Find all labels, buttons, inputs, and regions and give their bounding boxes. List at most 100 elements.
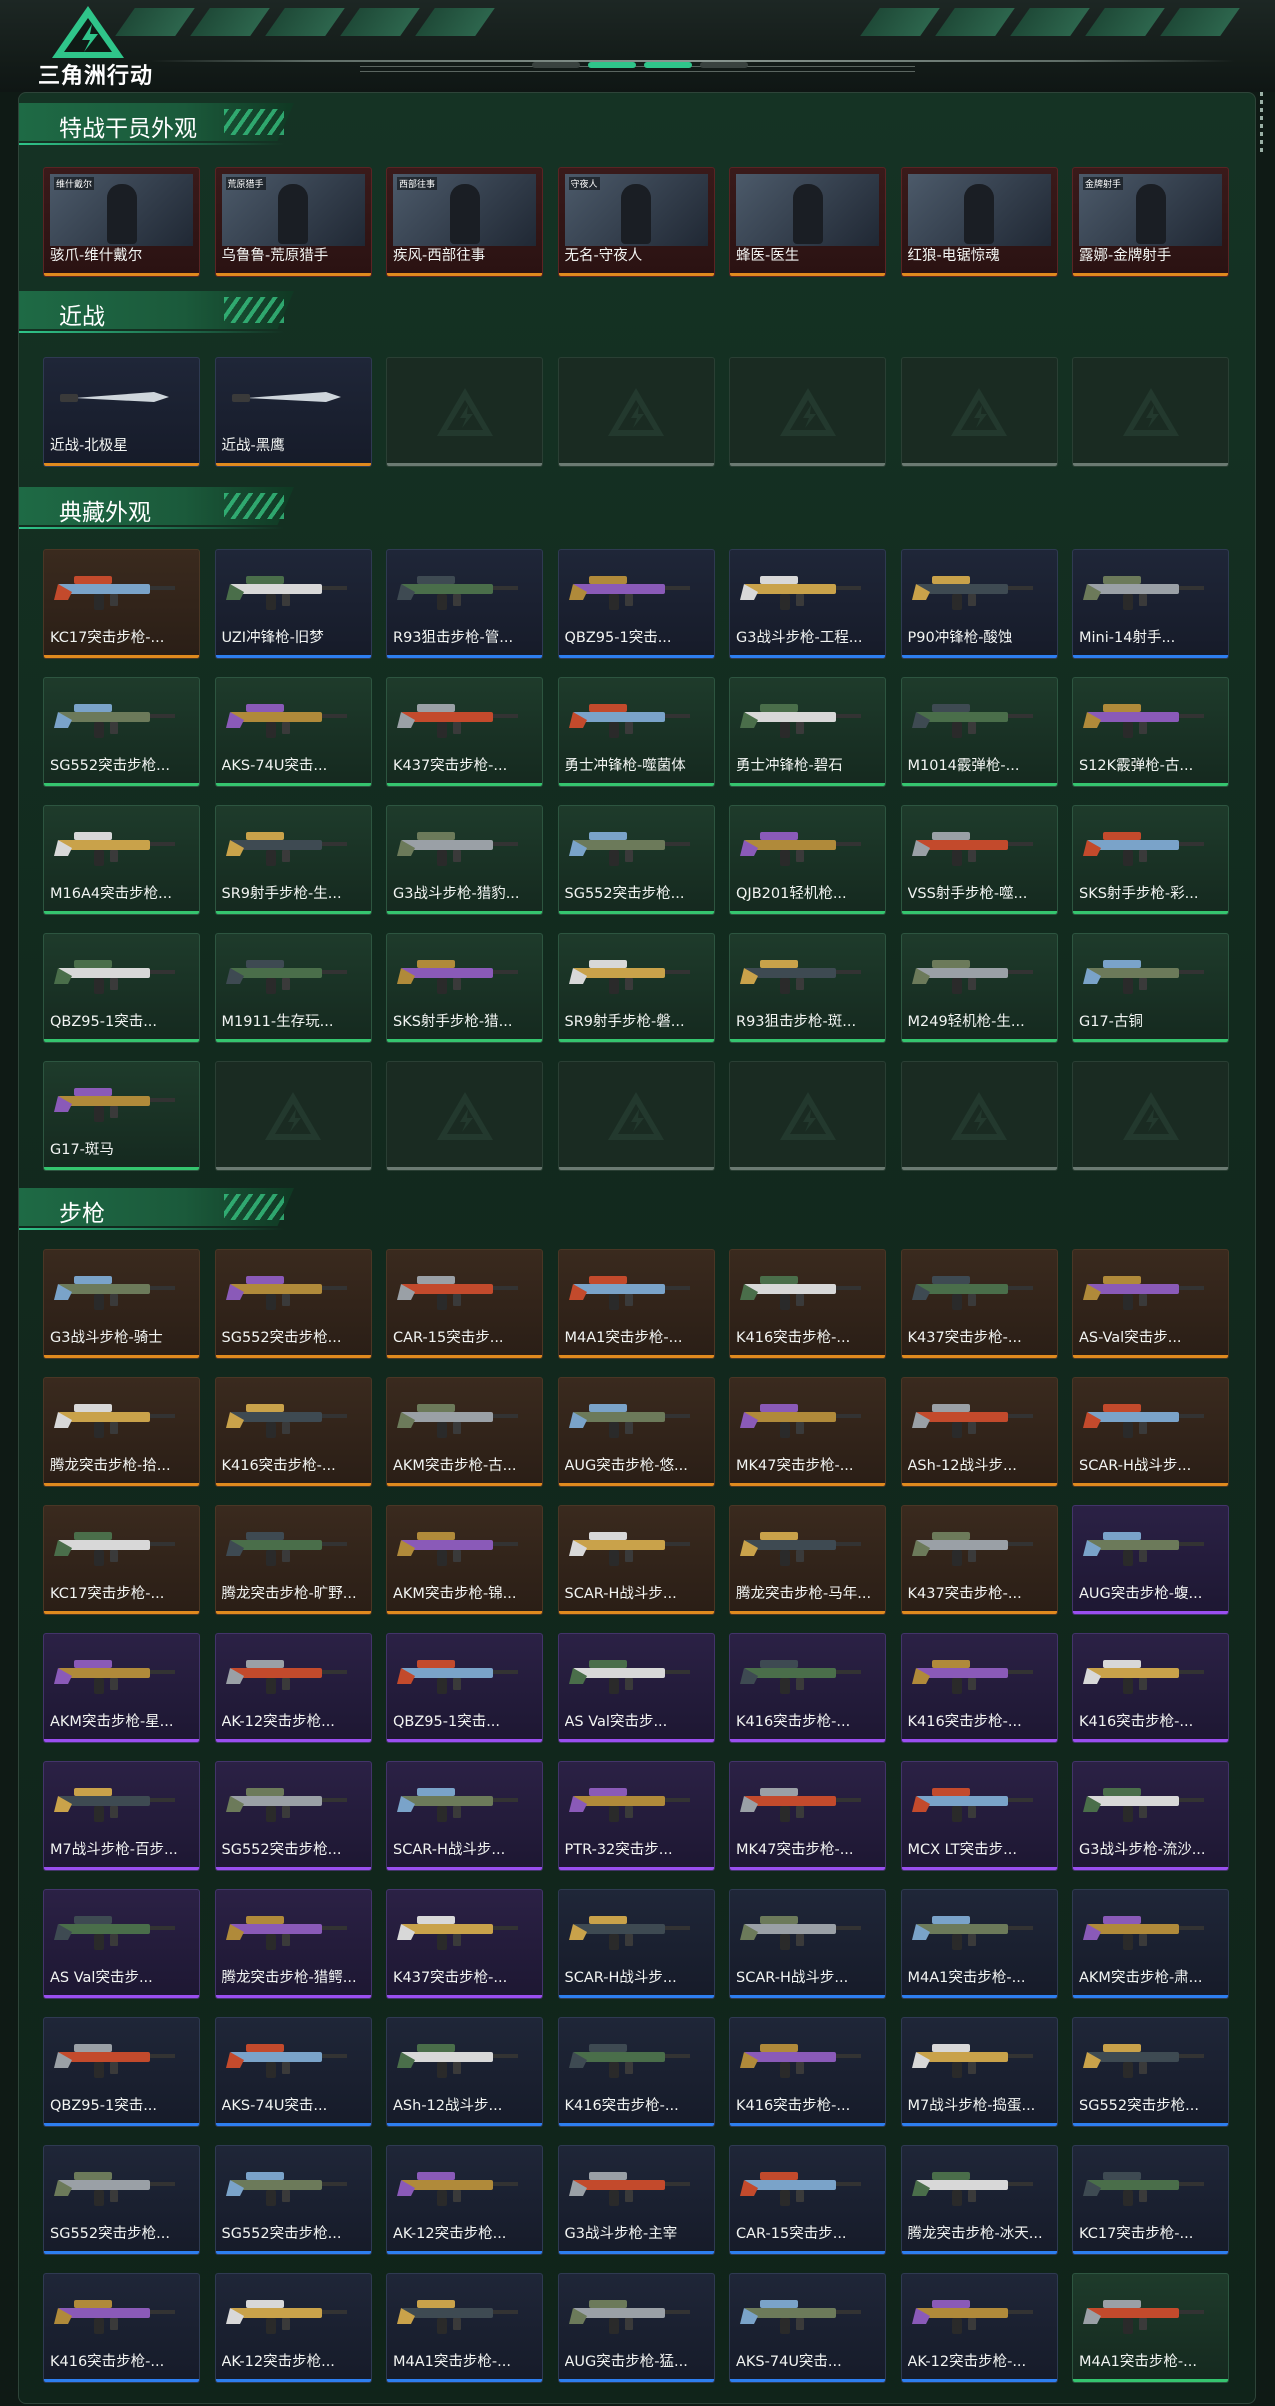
item-card[interactable]: 腾龙突击步枪-冰天... xyxy=(900,2145,1058,2255)
item-card[interactable]: K416突击步枪-... xyxy=(43,2273,200,2383)
item-card[interactable]: K416突击步枪-... xyxy=(214,1377,372,1487)
item-card[interactable]: M4A1突击步枪-... xyxy=(1072,2273,1229,2383)
item-card[interactable]: G3战斗步枪-流沙... xyxy=(1072,1761,1229,1871)
item-card[interactable]: AS-Val突击步... xyxy=(1072,1249,1229,1359)
item-card[interactable]: SG552突击步枪... xyxy=(214,1249,372,1359)
item-card[interactable]: K416突击步枪-... xyxy=(900,1633,1058,1743)
scrollbar[interactable] xyxy=(1258,92,1266,2402)
item-card[interactable]: K416突击步枪-... xyxy=(729,2017,886,2127)
item-card[interactable]: AK-12突击步枪... xyxy=(214,2273,372,2383)
item-card[interactable]: CAR-15突击步... xyxy=(386,1249,543,1359)
item-card[interactable]: M16A4突击步枪... xyxy=(43,805,200,915)
item-card[interactable]: SCAR-H战斗步... xyxy=(1072,1377,1229,1487)
item-card[interactable]: G3战斗步枪-骑士 xyxy=(43,1249,200,1359)
item-card[interactable]: AS Val突击步... xyxy=(43,1889,200,1999)
item-card[interactable]: M7战斗步枪-捣蛋... xyxy=(900,2017,1058,2127)
item-card[interactable]: 腾龙突击步枪-马年... xyxy=(729,1505,886,1615)
page-dot[interactable] xyxy=(532,62,580,68)
item-card[interactable]: VSS射手步枪-噬... xyxy=(900,805,1058,915)
item-card[interactable]: 维什戴尔 骇爪-维什戴尔 xyxy=(43,167,200,277)
item-card[interactable]: 勇士冲锋枪-碧石 xyxy=(729,677,886,787)
item-card[interactable]: G3战斗步枪-工程... xyxy=(729,549,886,659)
item-card[interactable]: AKS-74U突击... xyxy=(729,2273,886,2383)
item-card[interactable]: K416突击步枪-... xyxy=(729,1633,886,1743)
item-card[interactable]: S12K霰弹枪-古... xyxy=(1072,677,1229,787)
item-card[interactable]: 腾龙突击步枪-旷野... xyxy=(214,1505,372,1615)
item-card[interactable]: K416突击步枪-... xyxy=(729,1249,886,1359)
item-card[interactable]: SCAR-H战斗步... xyxy=(557,1505,715,1615)
item-card[interactable]: QBZ95-1突击... xyxy=(43,2017,200,2127)
item-card[interactable]: SG552突击步枪... xyxy=(557,805,715,915)
item-card[interactable]: MK47突击步枪-... xyxy=(729,1761,886,1871)
item-card[interactable]: AK-12突击步枪... xyxy=(386,2145,543,2255)
item-card[interactable]: M1911-生存玩... xyxy=(214,933,372,1043)
item-card[interactable]: AUG突击步枪-蝮... xyxy=(1072,1505,1229,1615)
item-card[interactable]: R93狙击步枪-管... xyxy=(386,549,543,659)
item-card[interactable]: UZI冲锋枪-旧梦 xyxy=(214,549,372,659)
page-dot-active[interactable] xyxy=(588,62,636,68)
item-card[interactable]: M4A1突击步枪-... xyxy=(900,1889,1058,1999)
item-card[interactable]: AUG突击步枪-猛... xyxy=(557,2273,715,2383)
item-card[interactable]: MK47突击步枪-... xyxy=(729,1377,886,1487)
item-card[interactable]: AK-12突击步枪... xyxy=(214,1633,372,1743)
item-card[interactable]: ASh-12战斗步... xyxy=(900,1377,1058,1487)
item-card[interactable]: AUG突击步枪-悠... xyxy=(557,1377,715,1487)
item-card[interactable]: M4A1突击步枪-... xyxy=(386,2273,543,2383)
item-card[interactable]: 西部往事 疾风-西部往事 xyxy=(386,167,543,277)
item-card[interactable]: MCX LT突击步... xyxy=(900,1761,1058,1871)
item-card[interactable]: R93狙击步枪-斑... xyxy=(729,933,886,1043)
item-card[interactable]: 近战-黑鹰 xyxy=(214,357,372,467)
item-card[interactable]: ASh-12战斗步... xyxy=(386,2017,543,2127)
item-card[interactable]: SCAR-H战斗步... xyxy=(557,1889,715,1999)
item-card[interactable]: QBZ95-1突击... xyxy=(386,1633,543,1743)
item-card[interactable]: 腾龙突击步枪-拾... xyxy=(43,1377,200,1487)
item-card[interactable]: K416突击步枪-... xyxy=(557,2017,715,2127)
item-card[interactable]: 蜂医-医生 xyxy=(729,167,886,277)
item-card[interactable]: AKS-74U突击... xyxy=(214,677,372,787)
item-card[interactable]: G17-斑马 xyxy=(43,1061,200,1171)
page-indicator[interactable] xyxy=(520,62,760,70)
item-card[interactable]: K437突击步枪-... xyxy=(900,1249,1058,1359)
item-card[interactable]: 红狼-电锯惊魂 xyxy=(900,167,1058,277)
item-card[interactable]: AKS-74U突击... xyxy=(214,2017,372,2127)
item-card[interactable]: SCAR-H战斗步... xyxy=(386,1761,543,1871)
page-dot-active[interactable] xyxy=(644,62,692,68)
item-card[interactable]: 腾龙突击步枪-猎鳄... xyxy=(214,1889,372,1999)
item-card[interactable]: AS Val突击步... xyxy=(557,1633,715,1743)
item-card[interactable]: KC17突击步枪-... xyxy=(1072,2145,1229,2255)
item-card[interactable]: M4A1突击步枪-... xyxy=(557,1249,715,1359)
item-card[interactable]: PTR-32突击步... xyxy=(557,1761,715,1871)
item-card[interactable]: M7战斗步枪-百步... xyxy=(43,1761,200,1871)
item-card[interactable]: G3战斗步枪-猎豹... xyxy=(386,805,543,915)
item-card[interactable]: SG552突击步枪... xyxy=(214,1761,372,1871)
item-card[interactable]: 荒原猎手 乌鲁鲁-荒原猎手 xyxy=(214,167,372,277)
item-card[interactable]: SKS射手步枪-猎... xyxy=(386,933,543,1043)
item-card[interactable]: QBZ95-1突击... xyxy=(557,549,715,659)
item-card[interactable]: K437突击步枪-... xyxy=(900,1505,1058,1615)
item-card[interactable]: 勇士冲锋枪-噬菌体 xyxy=(557,677,715,787)
item-card[interactable]: SG552突击步枪... xyxy=(1072,2017,1229,2127)
item-card[interactable]: M1014霰弹枪-... xyxy=(900,677,1058,787)
item-card[interactable]: SKS射手步枪-彩... xyxy=(1072,805,1229,915)
item-card[interactable]: KC17突击步枪-... xyxy=(43,1505,200,1615)
item-card[interactable]: SR9射手步枪-磐... xyxy=(557,933,715,1043)
item-card[interactable]: 近战-北极星 xyxy=(43,357,200,467)
item-card[interactable]: G17-古铜 xyxy=(1072,933,1229,1043)
item-card[interactable]: Mini-14射手... xyxy=(1072,549,1229,659)
page-dot[interactable] xyxy=(700,62,748,68)
item-card[interactable]: SG552突击步枪... xyxy=(43,2145,200,2255)
item-card[interactable]: AKM突击步枪-肃... xyxy=(1072,1889,1229,1999)
item-card[interactable]: AKM突击步枪-锦... xyxy=(386,1505,543,1615)
item-card[interactable]: P90冲锋枪-酸蚀 xyxy=(900,549,1058,659)
item-card[interactable]: K437突击步枪-... xyxy=(386,1889,543,1999)
item-card[interactable]: AKM突击步枪-古... xyxy=(386,1377,543,1487)
item-card[interactable]: 守夜人 无名-守夜人 xyxy=(557,167,715,277)
item-card[interactable]: K437突击步枪-... xyxy=(386,677,543,787)
item-card[interactable]: KC17突击步枪-... xyxy=(43,549,200,659)
item-card[interactable]: SCAR-H战斗步... xyxy=(729,1889,886,1999)
item-card[interactable]: AKM突击步枪-星... xyxy=(43,1633,200,1743)
item-card[interactable]: K416突击步枪-... xyxy=(1072,1633,1229,1743)
item-card[interactable]: AK-12突击步枪-... xyxy=(900,2273,1058,2383)
item-card[interactable]: SR9射手步枪-生... xyxy=(214,805,372,915)
item-card[interactable]: 金牌射手 露娜-金牌射手 xyxy=(1072,167,1229,277)
